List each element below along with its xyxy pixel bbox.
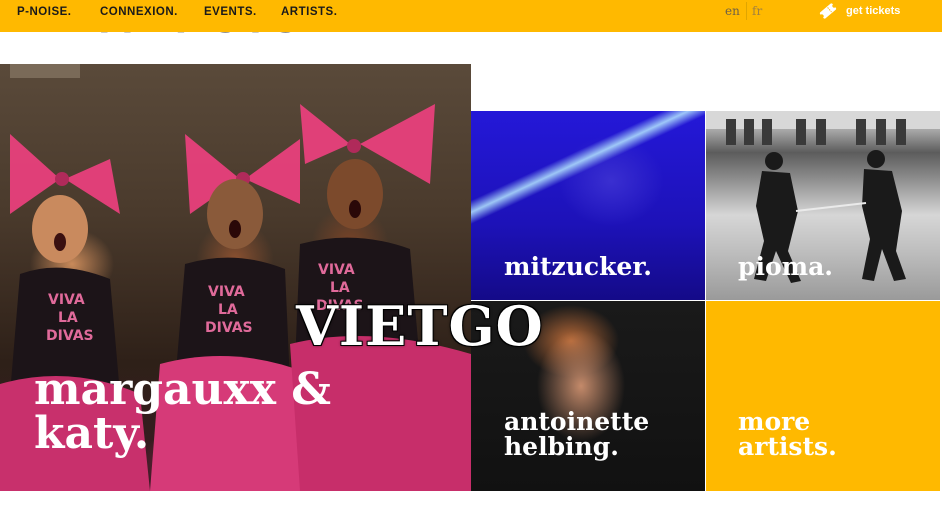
svg-text:LA: LA — [58, 310, 78, 326]
svg-text:VIVA: VIVA — [48, 292, 85, 308]
svg-text:DIVAS: DIVAS — [205, 320, 253, 336]
svg-text:DIVAS: DIVAS — [46, 328, 94, 344]
nav-item-events[interactable]: EVENTS. — [204, 6, 257, 18]
nav-item-p-noise[interactable]: P-NOISE. — [17, 6, 71, 18]
ticket-icon — [819, 3, 837, 19]
language-en[interactable]: en — [725, 4, 740, 18]
svg-text:LA: LA — [218, 302, 238, 318]
artist-tile-margauxx-katy[interactable]: VIVA LA DIVAS VIVA LA DIVAS VIVA LA DIVA… — [0, 64, 471, 491]
get-tickets-label: get tickets — [846, 5, 901, 17]
more-artists-tile[interactable]: more artists. — [706, 301, 940, 491]
language-divider — [746, 2, 747, 20]
artist-name: antoinette helbing. — [504, 409, 649, 459]
svg-text:VIVA: VIVA — [318, 262, 355, 278]
artist-name-line-1: antoinette — [504, 407, 650, 436]
artist-tile-mitzucker[interactable]: mitzucker. — [471, 111, 705, 300]
nav-item-artists[interactable]: ARTISTS. — [281, 6, 337, 18]
artist-name: pioma. — [738, 252, 834, 281]
more-artists-line-1: more — [738, 407, 811, 436]
artist-tile-pioma[interactable]: pioma. — [706, 111, 940, 300]
artist-name: mitzucker. — [504, 252, 652, 281]
top-nav: P-NOISE. CONNEXION. EVENTS. ARTISTS. en … — [0, 0, 942, 32]
more-artists-line-2: artists. — [738, 432, 837, 461]
nav-item-connexion[interactable]: CONNEXION. — [100, 6, 178, 18]
get-tickets-button[interactable]: get tickets — [818, 1, 900, 21]
artist-name-line-2: katy. — [34, 408, 150, 459]
language-fr[interactable]: fr — [752, 4, 762, 18]
svg-text:VIVA: VIVA — [208, 284, 245, 300]
artist-name-line-1: margauxx & — [34, 364, 332, 415]
more-artists-label: more artists. — [738, 409, 837, 459]
watermark-text: VIETGO — [296, 294, 544, 358]
artist-name-line-2: helbing. — [504, 432, 619, 461]
artist-name: margauxx & katy. — [34, 368, 331, 456]
